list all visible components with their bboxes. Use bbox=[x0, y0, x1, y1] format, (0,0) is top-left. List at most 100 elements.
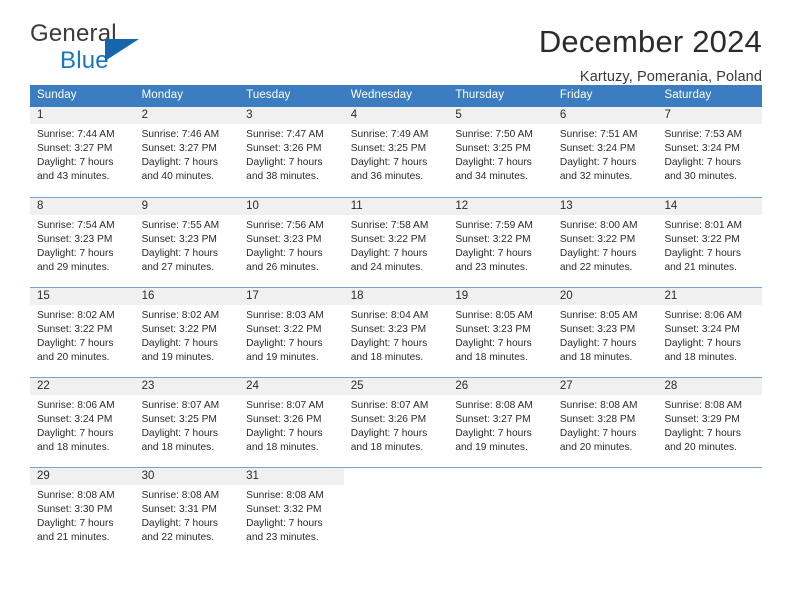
day-sun-info: Sunrise: 7:56 AM Sunset: 3:23 PM Daylight:… bbox=[239, 215, 344, 275]
day-cell-empty bbox=[553, 468, 658, 557]
day-cell[interactable]: 18 Sunrise: 8:04 AM Sunset: 3:23 PM Dayligh… bbox=[343, 288, 449, 377]
page-subtitle-location: Kartuzy, Pomerania, Poland bbox=[579, 68, 762, 85]
day-cell[interactable]: 13 Sunrise: 8:00 AM Sunset: 3:22 PM Dayligh… bbox=[552, 198, 658, 287]
day-cell[interactable]: 25 Sunrise: 8:07 AM Sunset: 3:26 PM Dayligh… bbox=[343, 378, 449, 467]
generalblue-logo[interactable]: General Blue bbox=[30, 22, 240, 78]
logo-text-blue: Blue bbox=[60, 47, 109, 74]
sunset-text: Sunset: 3:24 PM bbox=[559, 143, 636, 154]
day-number: 20 bbox=[559, 289, 573, 302]
day-cell[interactable]: 26 Sunrise: 8:08 AM Sunset: 3:27 PM Dayligh… bbox=[448, 378, 553, 467]
day-number: 4 bbox=[350, 108, 358, 121]
day-cell[interactable]: 16 Sunrise: 8:02 AM Sunset: 3:22 PM Dayligh… bbox=[134, 288, 240, 377]
page-header: General Blue December 2024 Kartuzy, Pome… bbox=[30, 0, 762, 85]
sunrise-text: Sunrise: 8:07 AM bbox=[141, 400, 220, 411]
day-number-band: 15 bbox=[30, 288, 135, 305]
day-cell[interactable]: 14 Sunrise: 8:01 AM Sunset: 3:22 PM Dayligh… bbox=[657, 198, 763, 287]
day-cell[interactable]: 17 Sunrise: 8:03 AM Sunset: 3:22 PM Dayligh… bbox=[239, 288, 344, 377]
daylight-text-line1: Daylight: 7 hours bbox=[141, 518, 219, 529]
day-cell[interactable]: 27 Sunrise: 8:08 AM Sunset: 3:28 PM Dayligh… bbox=[552, 378, 658, 467]
daylight-text-line2: and 26 minutes. bbox=[246, 262, 319, 273]
sunset-text: Sunset: 3:22 PM bbox=[455, 234, 531, 245]
day-sun-info: Sunrise: 7:54 AM Sunset: 3:23 PM Daylight:… bbox=[30, 215, 135, 275]
day-cell[interactable]: 4 Sunrise: 7:49 AM Sunset: 3:25 PM Daylight… bbox=[343, 107, 449, 197]
sunset-text: Sunset: 3:30 PM bbox=[37, 504, 113, 515]
daylight-text-line2: and 27 minutes. bbox=[141, 262, 215, 273]
sunrise-text: Sunrise: 7:46 AM bbox=[141, 129, 220, 140]
sunset-text: Sunset: 3:22 PM bbox=[350, 234, 427, 245]
day-number-band: 6 bbox=[552, 107, 658, 124]
day-number: 23 bbox=[141, 379, 155, 392]
day-cell[interactable]: 23 Sunrise: 8:07 AM Sunset: 3:25 PM Dayligh… bbox=[134, 378, 240, 467]
sunset-text: Sunset: 3:24 PM bbox=[664, 143, 740, 154]
day-cell[interactable]: 30 Sunrise: 8:08 AM Sunset: 3:31 PM Dayligh… bbox=[134, 468, 240, 557]
daylight-text-line1: Daylight: 7 hours bbox=[455, 157, 532, 168]
day-number: 24 bbox=[246, 379, 259, 392]
weekday-header-row: Sunday Monday Tuesday Wednesday Thursday Frid… bbox=[30, 85, 762, 107]
sunset-text: Sunset: 3:25 PM bbox=[455, 143, 531, 154]
day-sun-info: Sunrise: 8:08 AM Sunset: 3:28 PM Daylight:… bbox=[553, 395, 658, 455]
day-cell[interactable]: 21 Sunrise: 8:06 AM Sunset: 3:24 PM Dayligh… bbox=[657, 288, 763, 377]
day-cell[interactable]: 24 Sunrise: 8:07 AM Sunset: 3:26 PM Dayligh… bbox=[239, 378, 344, 467]
day-sun-info: Sunrise: 7:50 AM Sunset: 3:25 PM Daylight:… bbox=[448, 124, 553, 184]
daylight-text-line2: and 18 minutes. bbox=[37, 442, 110, 453]
day-number: 15 bbox=[37, 289, 50, 302]
sunset-text: Sunset: 3:22 PM bbox=[559, 234, 636, 245]
sunrise-text: Sunrise: 7:56 AM bbox=[246, 220, 324, 231]
logo-triangle-icon bbox=[105, 39, 139, 61]
day-cell[interactable]: 19 Sunrise: 8:05 AM Sunset: 3:23 PM Dayligh… bbox=[448, 288, 553, 377]
sunset-text: Sunset: 3:23 PM bbox=[37, 234, 113, 245]
daylight-text-line2: and 18 minutes. bbox=[141, 442, 215, 453]
daylight-text-line1: Daylight: 7 hours bbox=[246, 248, 323, 259]
day-cell[interactable]: 9 Sunrise: 7:55 AM Sunset: 3:23 PM Daylight… bbox=[134, 198, 240, 287]
day-sun-info: Sunrise: 8:04 AM Sunset: 3:23 PM Daylight:… bbox=[344, 305, 449, 365]
day-number: 16 bbox=[141, 289, 155, 302]
day-sun-info: Sunrise: 7:46 AM Sunset: 3:27 PM Daylight:… bbox=[135, 124, 240, 184]
day-cell[interactable]: 10 Sunrise: 7:56 AM Sunset: 3:23 PM Dayligh… bbox=[239, 198, 344, 287]
day-cell[interactable]: 5 Sunrise: 7:50 AM Sunset: 3:25 PM Daylight… bbox=[448, 107, 553, 197]
day-cell[interactable]: 12 Sunrise: 7:59 AM Sunset: 3:22 PM Dayligh… bbox=[448, 198, 553, 287]
sunrise-text: Sunrise: 8:02 AM bbox=[37, 310, 115, 321]
sunrise-text: Sunrise: 8:06 AM bbox=[664, 310, 743, 321]
day-cell[interactable]: 6 Sunrise: 7:51 AM Sunset: 3:24 PM Daylight… bbox=[552, 107, 658, 197]
daylight-text-line1: Daylight: 7 hours bbox=[559, 157, 637, 168]
sunset-text: Sunset: 3:22 PM bbox=[664, 234, 740, 245]
weekday-header-wednesday: Wednesday bbox=[350, 89, 413, 102]
day-cell[interactable]: 3 Sunrise: 7:47 AM Sunset: 3:26 PM Daylight… bbox=[239, 107, 344, 197]
daylight-text-line1: Daylight: 7 hours bbox=[246, 428, 323, 439]
day-cell[interactable]: 20 Sunrise: 8:05 AM Sunset: 3:23 PM Dayligh… bbox=[552, 288, 658, 377]
daylight-text-line1: Daylight: 7 hours bbox=[37, 518, 114, 529]
daylight-text-line2: and 18 minutes. bbox=[246, 442, 319, 453]
day-cell[interactable]: 7 Sunrise: 7:53 AM Sunset: 3:24 PM Daylight… bbox=[657, 107, 763, 197]
sunset-text: Sunset: 3:28 PM bbox=[559, 414, 636, 425]
day-cell[interactable]: 31 Sunrise: 8:08 AM Sunset: 3:32 PM Dayligh… bbox=[239, 468, 344, 557]
day-number-band: 1 bbox=[30, 107, 135, 124]
day-sun-info: Sunrise: 7:55 AM Sunset: 3:23 PM Daylight:… bbox=[135, 215, 240, 275]
daylight-text-line2: and 18 minutes. bbox=[559, 352, 633, 363]
day-cell[interactable]: 28 Sunrise: 8:08 AM Sunset: 3:29 PM Dayligh… bbox=[657, 378, 763, 467]
daylight-text-line1: Daylight: 7 hours bbox=[664, 338, 741, 349]
day-number-band bbox=[553, 468, 658, 485]
sunset-text: Sunset: 3:29 PM bbox=[664, 414, 740, 425]
day-cell[interactable]: 29 Sunrise: 8:08 AM Sunset: 3:30 PM Dayligh… bbox=[30, 468, 135, 557]
day-sun-info: Sunrise: 7:47 AM Sunset: 3:26 PM Daylight:… bbox=[239, 124, 344, 184]
day-cell[interactable]: 15 Sunrise: 8:02 AM Sunset: 3:22 PM Dayligh… bbox=[30, 288, 135, 377]
sunrise-text: Sunrise: 8:08 AM bbox=[246, 490, 324, 501]
day-sun-info: Sunrise: 8:05 AM Sunset: 3:23 PM Daylight:… bbox=[448, 305, 553, 365]
day-cell[interactable]: 11 Sunrise: 7:58 AM Sunset: 3:22 PM Dayligh… bbox=[343, 198, 449, 287]
day-number-band: 7 bbox=[657, 107, 763, 124]
sunrise-text: Sunrise: 8:00 AM bbox=[559, 220, 638, 231]
sunrise-text: Sunrise: 8:05 AM bbox=[559, 310, 638, 321]
day-number-band: 3 bbox=[239, 107, 344, 124]
day-cell[interactable]: 1 Sunrise: 7:44 AM Sunset: 3:27 PM Daylight… bbox=[30, 107, 135, 197]
day-cell[interactable]: 2 Sunrise: 7:46 AM Sunset: 3:27 PM Daylight… bbox=[134, 107, 240, 197]
day-cell[interactable]: 8 Sunrise: 7:54 AM Sunset: 3:23 PM Daylight… bbox=[30, 198, 135, 287]
daylight-text-line1: Daylight: 7 hours bbox=[141, 338, 219, 349]
day-number: 28 bbox=[664, 379, 678, 392]
day-number: 30 bbox=[141, 469, 155, 482]
sunset-text: Sunset: 3:26 PM bbox=[246, 414, 322, 425]
sunrise-text: Sunrise: 8:07 AM bbox=[350, 400, 429, 411]
sunrise-text: Sunrise: 8:05 AM bbox=[455, 310, 533, 321]
calendar-page: General Blue December 2024 Kartuzy, Pome… bbox=[0, 0, 792, 612]
daylight-text-line1: Daylight: 7 hours bbox=[664, 248, 741, 259]
day-cell[interactable]: 22 Sunrise: 8:06 AM Sunset: 3:24 PM Dayligh… bbox=[30, 378, 135, 467]
